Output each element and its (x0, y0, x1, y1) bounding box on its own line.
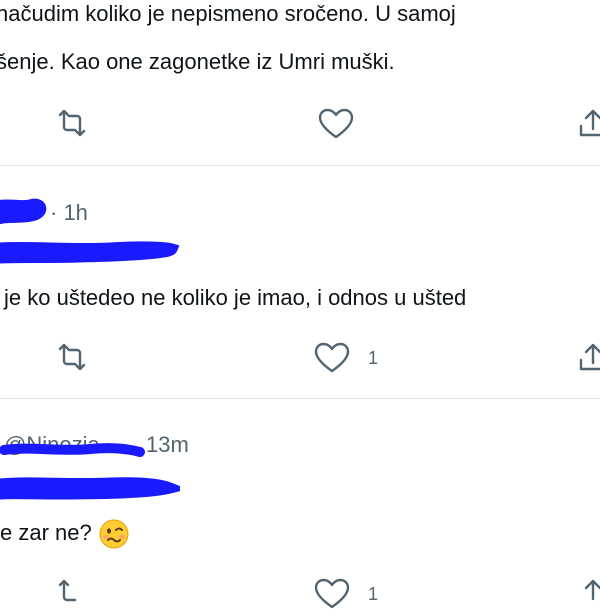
retweet-icon (58, 579, 77, 602)
share-icon (579, 109, 600, 137)
heart-icon (314, 342, 350, 373)
like-count: 1 (368, 583, 379, 604)
tweet-separator (0, 165, 600, 166)
retweet-button[interactable] (54, 578, 90, 608)
tweet-text-line-1: načudim koliko je nepismeno sročeno. U s… (0, 1, 456, 26)
redacted-handle-scribble (0, 241, 180, 264)
share-button[interactable] (578, 578, 600, 610)
like-button[interactable]: 1 (314, 342, 378, 374)
tweet-text-line-1: je ko uštedeo ne koliko je imao, i odnos… (4, 285, 467, 310)
share-button[interactable] (578, 342, 600, 374)
tweet-text: e zar ne? (0, 519, 92, 545)
woozy-face-icon (99, 519, 129, 549)
retweet-button[interactable] (54, 342, 90, 372)
tweet-timestamp[interactable]: · 1h (50, 200, 88, 226)
tweet-text-line-1: e zar ne? (0, 518, 130, 550)
retweet-icon (58, 109, 86, 137)
like-count: 1 (368, 347, 379, 368)
tweet-text-line-2: šenje. Kao one zagonetke iz Umri muški. (0, 49, 395, 74)
retweet-button[interactable] (54, 108, 90, 138)
tweet-separator (0, 398, 600, 399)
tweet-timestamp[interactable]: 13m (146, 432, 189, 458)
share-icon (584, 579, 600, 601)
heart-icon (314, 578, 350, 609)
like-button[interactable]: 1 (314, 578, 378, 610)
share-icon (579, 343, 600, 371)
retweet-icon (58, 343, 86, 371)
redacted-handle-scribble (0, 443, 145, 457)
like-button[interactable] (318, 108, 354, 140)
heart-icon (318, 108, 354, 139)
share-button[interactable] (578, 108, 600, 140)
redacted-handle-scribble (0, 477, 180, 500)
